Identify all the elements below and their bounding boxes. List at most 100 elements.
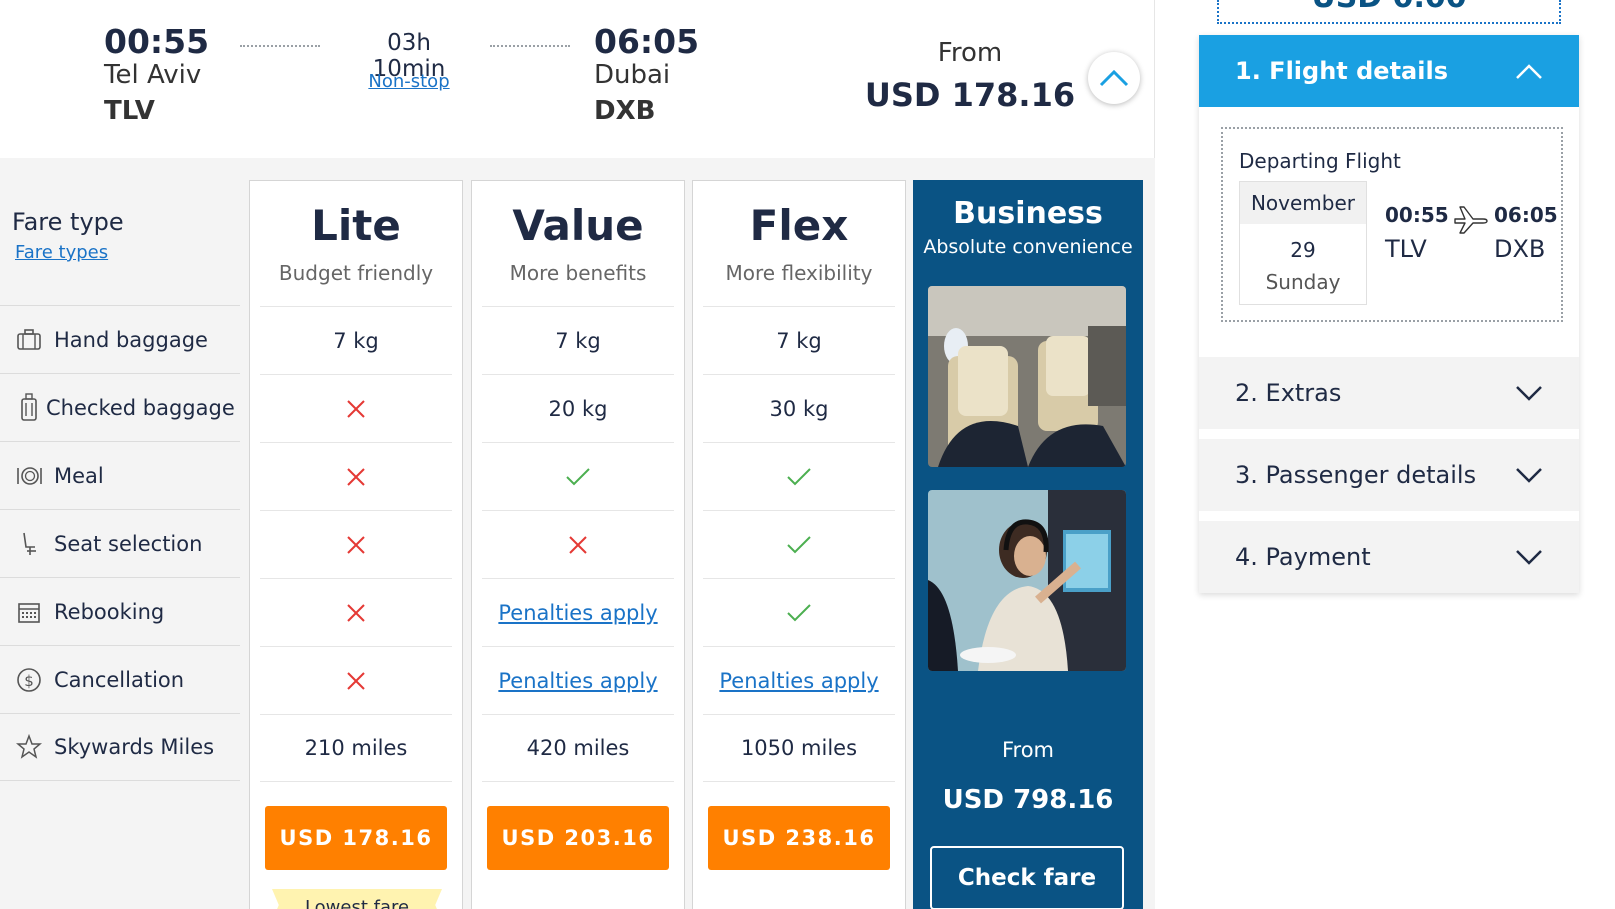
feature-label: Seat selection [54, 531, 203, 556]
fare-column-lite: Lite Budget friendly 7 kg 210 miles USD … [249, 180, 463, 909]
departing-flight-label: Departing Flight [1239, 149, 1401, 173]
hand-baggage-icon [14, 325, 44, 355]
feature-row-meal: Meal [0, 441, 240, 509]
feature-label: Skywards Miles [54, 735, 215, 759]
plane-icon [1453, 203, 1489, 239]
step-passenger-details[interactable]: 3. Passenger details [1199, 439, 1579, 511]
arrive-time: 06:05 [594, 22, 700, 61]
miles-value: 210 miles [260, 714, 452, 782]
fare-subtitle: More flexibility [725, 261, 873, 285]
checked-baggage-value: 30 kg [703, 374, 895, 442]
penalties-apply-link[interactable]: Penalties apply [719, 669, 878, 693]
lowest-fare-badge: Lowest fare [272, 889, 442, 909]
feature-label: Hand baggage [54, 327, 208, 352]
departure-date: November 29 Sunday [1239, 181, 1367, 305]
fare-comparison: Fare type Fare types Hand baggage Checke… [0, 158, 1155, 909]
feature-row-rebooking: Rebooking [0, 577, 240, 645]
cross-icon [347, 671, 365, 690]
feature-row-skywards-miles: Skywards Miles [0, 713, 240, 781]
chevron-up-icon [1099, 69, 1129, 87]
route-line-right [490, 45, 570, 47]
flight-details-content: Departing Flight November 29 Sunday 00:5… [1199, 107, 1579, 357]
svg-text:$: $ [24, 672, 34, 690]
chevron-up-icon [1516, 64, 1542, 79]
feature-label: Cancellation [54, 667, 185, 692]
feature-label: Checked baggage [46, 395, 235, 420]
fare-subtitle: Absolute convenience [923, 236, 1133, 258]
seat-selection-cell [260, 510, 452, 578]
non-stop-link[interactable]: Non-stop [350, 71, 468, 92]
route-line-left [240, 45, 320, 47]
checked-baggage-icon [14, 392, 44, 423]
seat-selection-cell [482, 510, 674, 578]
from-price: USD 178.16 [864, 76, 1076, 114]
cancellation-cell [260, 646, 452, 714]
check-icon [787, 467, 811, 485]
step-label: 3. Passenger details [1235, 461, 1477, 489]
business-seat-image [928, 286, 1126, 467]
total-price: USD 0.00 [1219, 0, 1559, 15]
check-fare-button[interactable]: Check fare [930, 846, 1124, 909]
fare-type-title: Fare type [12, 208, 124, 236]
feature-row-seat-selection: Seat selection [0, 509, 240, 577]
from-label: From [937, 38, 1003, 68]
select-lite-button[interactable]: USD 178.16 [265, 806, 447, 870]
fare-types-link[interactable]: Fare types [15, 242, 108, 263]
hand-baggage-value: 7 kg [260, 306, 452, 374]
meal-cell [260, 442, 452, 510]
checked-baggage-cell [260, 374, 452, 442]
meal-cell [482, 442, 674, 510]
seat-icon [14, 529, 44, 559]
miles-value: 1050 miles [703, 714, 895, 782]
check-icon [566, 467, 590, 485]
rebooking-cell [703, 578, 895, 646]
feature-label: Rebooking [54, 599, 165, 624]
step-flight-details[interactable]: 1. Flight details [1199, 35, 1579, 107]
fare-name: Flex [749, 201, 849, 250]
depart-city: Tel Aviv [104, 60, 202, 90]
step-extras[interactable]: 2. Extras [1199, 357, 1579, 429]
penalties-apply-link[interactable]: Penalties apply [498, 669, 657, 693]
business-entertainment-image [928, 490, 1126, 671]
mini-depart-time: 00:55 [1385, 203, 1449, 227]
cancellation-cell: Penalties apply [703, 646, 895, 714]
date-day: 29 [1290, 238, 1316, 262]
penalties-apply-link[interactable]: Penalties apply [498, 601, 657, 625]
business-price: USD 798.16 [942, 785, 1114, 815]
meal-icon [14, 461, 44, 491]
cancellation-cell: Penalties apply [482, 646, 674, 714]
depart-code: TLV [104, 96, 155, 126]
hand-baggage-value: 7 kg [703, 306, 895, 374]
check-icon [787, 603, 811, 621]
seat-selection-cell [703, 510, 895, 578]
cross-icon [347, 535, 365, 554]
step-label: 1. Flight details [1235, 57, 1448, 85]
select-flex-button[interactable]: USD 238.16 [708, 806, 890, 870]
cross-icon [347, 399, 365, 418]
rebooking-cell [260, 578, 452, 646]
chevron-down-icon [1516, 550, 1542, 565]
feature-row-checked-baggage: Checked baggage [0, 373, 240, 441]
collapse-flight-button[interactable] [1088, 52, 1140, 104]
fare-name: Value [512, 201, 644, 250]
meal-cell [703, 442, 895, 510]
arrive-city: Dubai [594, 60, 671, 90]
fare-name: Lite [311, 201, 401, 250]
fare-subtitle: More benefits [509, 261, 647, 285]
mini-arrive-code: DXB [1494, 235, 1546, 263]
checked-baggage-value: 20 kg [482, 374, 674, 442]
mini-arrive-time: 06:05 [1494, 203, 1558, 227]
step-label: 2. Extras [1235, 379, 1342, 407]
fare-name: Business [953, 196, 1103, 231]
cross-icon [569, 535, 587, 554]
date-month: November [1240, 182, 1366, 224]
fare-subtitle: Budget friendly [278, 261, 434, 285]
fare-column-value: Value More benefits 7 kg 20 kg Penalties… [471, 180, 685, 909]
step-payment[interactable]: 4. Payment [1199, 521, 1579, 593]
calendar-icon [14, 597, 44, 627]
select-value-button[interactable]: USD 203.16 [487, 806, 669, 870]
check-icon [787, 535, 811, 553]
miles-value: 420 miles [482, 714, 674, 782]
mini-depart-code: TLV [1385, 235, 1427, 263]
cross-icon [347, 603, 365, 622]
